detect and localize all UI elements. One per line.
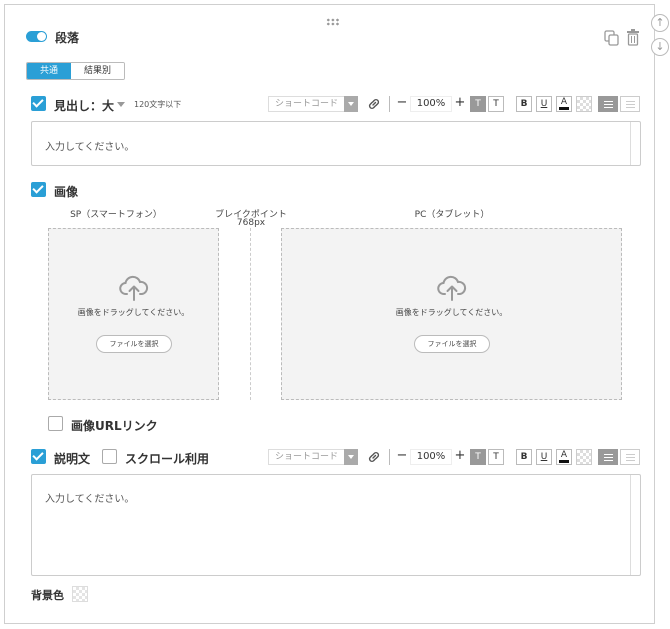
scrollbar[interactable] bbox=[630, 122, 640, 165]
zoom-in-button[interactable]: + bbox=[454, 96, 466, 112]
arrow-up-icon[interactable]: ↑ bbox=[651, 14, 669, 32]
heading-placeholder: 入力してください。 bbox=[45, 142, 135, 153]
image-checkbox[interactable] bbox=[31, 182, 46, 197]
tab-by-result[interactable]: 結果別 bbox=[71, 63, 125, 79]
align-right-icon[interactable] bbox=[620, 449, 640, 465]
scroll-checkbox[interactable] bbox=[102, 449, 117, 464]
sp-image-dropzone[interactable]: 画像をドラッグしてください。 ファイルを選択 bbox=[48, 228, 219, 400]
sp-drop-text: 画像をドラッグしてください。 bbox=[77, 308, 190, 317]
checker-icon[interactable] bbox=[576, 96, 592, 112]
chevron-down-icon[interactable] bbox=[344, 449, 358, 465]
result-tabs: 共通 結果別 bbox=[26, 62, 126, 80]
link-icon[interactable] bbox=[366, 449, 382, 465]
background-color-swatch[interactable] bbox=[72, 586, 88, 602]
breakpoint-value: 768px bbox=[236, 218, 266, 228]
image-label: 画像 bbox=[54, 185, 79, 199]
underline-button[interactable]: U bbox=[536, 449, 552, 465]
zoom-value[interactable]: 100% bbox=[410, 96, 452, 112]
divider bbox=[389, 449, 390, 465]
tab-common[interactable]: 共通 bbox=[27, 63, 72, 79]
underline-button[interactable]: U bbox=[536, 96, 552, 112]
text-style-button[interactable]: T bbox=[470, 96, 486, 112]
chevron-down-icon[interactable] bbox=[117, 102, 125, 107]
align-left-icon[interactable] bbox=[598, 96, 618, 112]
background-color-label: 背景色 bbox=[31, 589, 64, 602]
text-style-button[interactable]: T bbox=[470, 449, 486, 465]
text-color-button[interactable]: A bbox=[556, 96, 572, 112]
image-url-link-checkbox[interactable] bbox=[48, 416, 63, 431]
pc-image-dropzone[interactable]: 画像をドラッグしてください。 ファイルを選択 bbox=[281, 228, 622, 400]
zoom-value[interactable]: 100% bbox=[410, 449, 452, 465]
cloud-upload-icon bbox=[119, 275, 149, 301]
description-placeholder: 入力してください。 bbox=[45, 494, 135, 505]
text-style-alt-button[interactable]: T bbox=[488, 449, 504, 465]
sp-column-label: SP（スマートフォン） bbox=[70, 210, 162, 220]
heading-checkbox[interactable] bbox=[31, 96, 46, 111]
link-icon[interactable] bbox=[366, 96, 382, 112]
copy-icon[interactable] bbox=[604, 30, 620, 46]
bold-button[interactable]: B bbox=[516, 96, 532, 112]
sp-file-select-button[interactable]: ファイルを選択 bbox=[96, 335, 172, 353]
pc-file-select-button[interactable]: ファイルを選択 bbox=[414, 335, 490, 353]
pc-column-label: PC（タブレット） bbox=[414, 210, 490, 220]
align-left-icon[interactable] bbox=[598, 449, 618, 465]
pc-drop-text: 画像をドラッグしてください。 bbox=[395, 308, 508, 317]
zoom-in-button[interactable]: + bbox=[454, 449, 466, 465]
image-url-link-label: 画像URLリンク bbox=[71, 419, 158, 433]
description-input[interactable]: 入力してください。 bbox=[31, 474, 641, 576]
drag-handle-icon[interactable] bbox=[326, 18, 340, 26]
block-toggle[interactable] bbox=[26, 31, 47, 42]
breakpoint-divider bbox=[250, 228, 251, 400]
cloud-upload-icon bbox=[437, 275, 467, 301]
heading-label: 見出し：大 bbox=[54, 99, 115, 113]
description-label: 説明文 bbox=[54, 452, 91, 466]
description-checkbox[interactable] bbox=[31, 449, 46, 464]
heading-input[interactable]: 入力してください。 bbox=[31, 121, 641, 166]
bold-button[interactable]: B bbox=[516, 449, 532, 465]
zoom-out-button[interactable]: − bbox=[396, 449, 408, 465]
checker-icon[interactable] bbox=[576, 449, 592, 465]
arrow-down-icon[interactable]: ↓ bbox=[651, 38, 669, 56]
block-title: 段落 bbox=[55, 31, 80, 45]
scrollbar[interactable] bbox=[630, 475, 640, 575]
chevron-down-icon[interactable] bbox=[344, 96, 358, 112]
heading-char-limit: 120文字以下 bbox=[134, 100, 182, 109]
text-style-alt-button[interactable]: T bbox=[488, 96, 504, 112]
trash-icon[interactable] bbox=[626, 29, 640, 46]
scroll-label: スクロール利用 bbox=[125, 452, 210, 466]
align-right-icon[interactable] bbox=[620, 96, 640, 112]
divider bbox=[389, 96, 390, 112]
text-color-button[interactable]: A bbox=[556, 449, 572, 465]
zoom-out-button[interactable]: − bbox=[396, 96, 408, 112]
